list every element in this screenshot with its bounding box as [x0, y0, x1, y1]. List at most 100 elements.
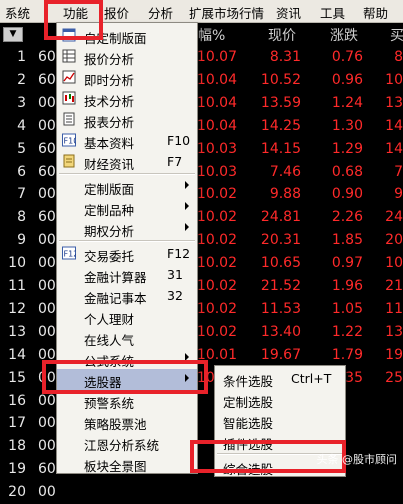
stock-code: 60	[38, 461, 56, 478]
change-pct: 10.02	[196, 232, 237, 249]
submenu-item-shortcut: Ctrl+T	[291, 371, 332, 386]
candlestick-icon	[62, 91, 76, 105]
menu-item-label: 江恩分析系统	[84, 438, 160, 453]
menu-item-10[interactable]: F12 交易委托 F12	[57, 243, 197, 264]
change: 1.05	[331, 300, 363, 317]
change-pct: 10.07	[196, 49, 237, 65]
menu-item-shortcut: F7	[167, 154, 183, 169]
menu-item-18[interactable]: 策略股票池	[57, 411, 197, 432]
stock-code: 60	[38, 140, 56, 157]
price: 8.31	[269, 49, 301, 65]
menu-extended-market[interactable]: 扩展市场行情	[189, 3, 264, 22]
menu-analysis[interactable]: 分析	[148, 3, 173, 22]
menu-item-shortcut: F12	[167, 246, 191, 261]
price: 7.46	[269, 163, 301, 180]
header-buy[interactable]: 买	[390, 25, 403, 45]
menu-news[interactable]: 资讯	[276, 3, 301, 22]
menu-item-2[interactable]: 即时分析	[57, 67, 197, 88]
row-number: 9	[17, 232, 26, 249]
submenu-item-label: 智能选股	[223, 416, 274, 431]
watermark: 头条 @股市顾问	[316, 453, 398, 466]
menu-item-11[interactable]: 金融计算器 31	[57, 264, 197, 285]
menu-item-19[interactable]: 江恩分析系统	[57, 432, 197, 453]
buy-price: 9	[394, 186, 403, 203]
menu-item-6[interactable]: 财经资讯 F7	[57, 151, 197, 172]
menu-tools[interactable]: 工具	[320, 3, 345, 22]
menu-item-1[interactable]: 报价分析	[57, 46, 197, 67]
row-number: 7	[17, 186, 26, 203]
change: 0.68	[331, 163, 363, 180]
buy-price: 20	[385, 232, 403, 249]
change-pct: 10.02	[196, 278, 237, 294]
submenu-item-1[interactable]: 定制选股	[215, 389, 345, 410]
change: 2.26	[331, 209, 363, 226]
menu-item-5[interactable]: F10 基本资料 F10	[57, 130, 197, 151]
change: 0.96	[331, 71, 363, 88]
menu-item-shortcut: 32	[167, 288, 183, 303]
stock-code: 00	[38, 232, 56, 249]
menu-item-12[interactable]: 金融记事本 32	[57, 285, 197, 306]
row-number: 20	[8, 484, 26, 501]
menu-item-8[interactable]: 定制品种	[57, 197, 197, 218]
change-pct: 10.02	[196, 186, 237, 203]
svg-text:F12: F12	[64, 250, 77, 259]
menu-item-label: 板块全景图	[84, 459, 147, 474]
change-pct: 10.02	[196, 300, 237, 317]
stock-code: 00	[38, 415, 56, 432]
menu-item-20[interactable]: 板块全景图	[57, 453, 197, 474]
stock-code: 00	[38, 186, 56, 203]
stock-code: 00	[38, 255, 56, 272]
buy-price: 7	[394, 163, 403, 180]
table-row[interactable]: 20 00	[0, 481, 403, 504]
change: 1.29	[331, 140, 363, 157]
price: 13.40	[260, 323, 301, 340]
row-number: 2	[17, 71, 26, 88]
price: 9.88	[269, 186, 301, 203]
menu-quote[interactable]: 报价	[104, 3, 129, 22]
price: 11.53	[260, 300, 301, 317]
row-number: 11	[8, 278, 26, 294]
menu-separator	[59, 240, 195, 242]
menu-item-13[interactable]: 个人理财	[57, 306, 197, 327]
buy-price: 13	[385, 94, 403, 111]
price: 20.31	[260, 232, 301, 249]
line-chart-icon	[62, 70, 76, 84]
submenu-item-label: 条件选股	[223, 374, 274, 389]
row-number: 14	[8, 346, 26, 363]
menu-item-label: 报价分析	[84, 52, 135, 67]
menu-item-label: 个人理财	[84, 312, 135, 327]
menu-item-14[interactable]: 在线人气	[57, 327, 197, 348]
menu-help[interactable]: 帮助	[363, 3, 388, 22]
menu-item-4[interactable]: 报表分析	[57, 109, 197, 130]
change: 1.30	[331, 117, 363, 134]
sort-toggle-button[interactable]: ▼	[3, 27, 23, 42]
stock-code: 00	[38, 438, 56, 455]
buy-price: 14	[385, 140, 403, 157]
change-pct: 10.02	[196, 209, 237, 226]
header-change-pct[interactable]: 幅%	[198, 25, 225, 45]
change: 1.96	[331, 278, 363, 294]
submenu-item-2[interactable]: 智能选股	[215, 410, 345, 431]
menu-system[interactable]: 系统	[5, 3, 30, 22]
f12-icon: F12	[62, 246, 78, 260]
menu-item-3[interactable]: 技术分析	[57, 88, 197, 109]
price: 21.52	[260, 278, 301, 294]
row-number: 18	[8, 438, 26, 455]
submenu-item-0[interactable]: 条件选股 Ctrl+T	[215, 368, 345, 389]
menu-separator	[59, 173, 195, 175]
change-pct: 10.04	[196, 117, 237, 134]
stock-code: 00	[38, 300, 56, 317]
header-price[interactable]: 现价	[268, 25, 296, 45]
menu-item-label: 金融记事本	[84, 291, 147, 306]
buy-price: 14	[385, 117, 403, 134]
menu-item-9[interactable]: 期权分析	[57, 218, 197, 239]
price: 14.25	[260, 117, 301, 134]
menu-item-7[interactable]: 定制版面	[57, 176, 197, 197]
change-pct: 10.02	[196, 323, 237, 340]
menu-item-label: 定制版面	[84, 182, 135, 197]
header-change[interactable]: 涨跌	[330, 25, 358, 45]
buy-price: 25	[385, 369, 403, 386]
price: 19.67	[260, 346, 301, 363]
change: 0.90	[331, 186, 363, 203]
change: 0.76	[331, 49, 363, 65]
